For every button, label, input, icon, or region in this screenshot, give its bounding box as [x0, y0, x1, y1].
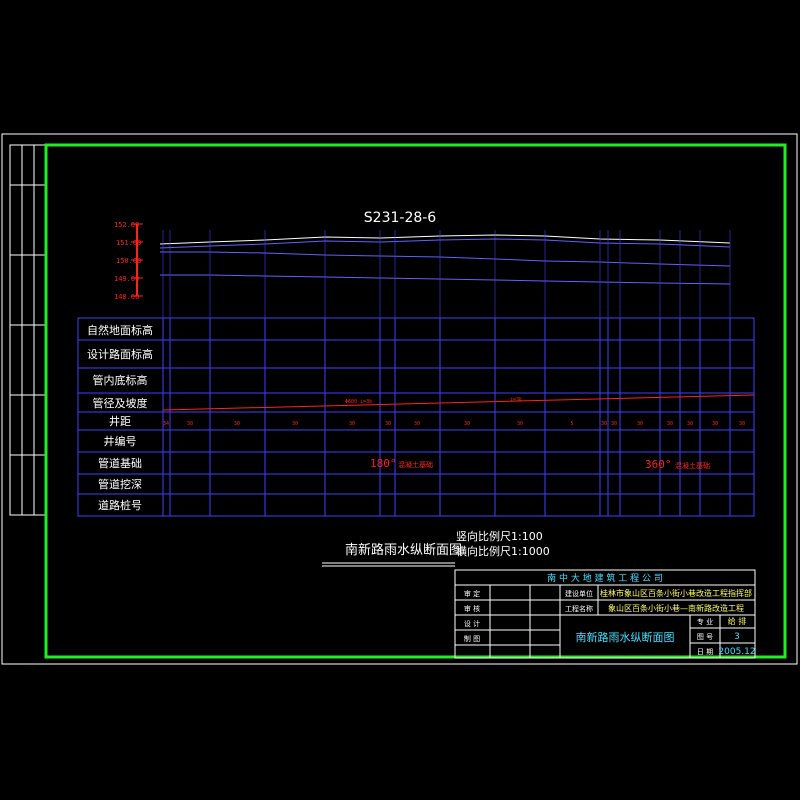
row-label-ground: 自然地面标高	[87, 323, 153, 337]
drawing-name: 南新路雨水纵断面图	[576, 630, 675, 644]
build-unit-value: 桂林市象山区百条小街小巷改造工程指挥部	[600, 588, 752, 598]
distance-value: 30	[712, 421, 718, 427]
distance-value: 30	[667, 421, 673, 427]
project-value: 象山区百条小街小巷—南新路改造工程	[608, 603, 744, 613]
distance-value: 5	[570, 421, 573, 427]
row-label-distance: 井距	[109, 414, 131, 428]
foundation-right-angle: 360°	[645, 458, 672, 471]
tb-row2-label: 审 核	[464, 604, 480, 613]
drawing-number: S231-28-6	[364, 210, 437, 226]
section-title-block: 南新路雨水纵断面图 竖向比例尺1:100 横向比例尺1:1000	[322, 529, 550, 567]
title-block: 南 中 大 地 建 筑 工 程 公 司 审 定 审 核 设 计 制 图 建设单位…	[454, 569, 756, 659]
foundation-right-text: 混凝土基础	[675, 461, 710, 470]
distance-value: 30	[739, 421, 745, 427]
profile-table: 自然地面标高 设计路面标高 管内底标高 管径及坡度 井距 井编号 管道基础 管道…	[77, 317, 755, 517]
elevation-tick-1: 151.00	[116, 239, 141, 247]
pipe-top	[160, 251, 731, 267]
spec-label: 专 业	[697, 617, 713, 626]
row-label-depth: 管道挖深	[98, 477, 142, 491]
sheet-value: 3	[734, 632, 740, 642]
elevation-tick-4: 148.00	[114, 293, 139, 301]
date-value: 2005.12	[718, 647, 755, 657]
row-label-well: 井编号	[104, 434, 137, 448]
distance-value: 30	[234, 421, 240, 427]
distance-value: 30	[637, 421, 643, 427]
foundation-left-angle: 180°	[370, 457, 397, 470]
horizontal-scale: 横向比例尺1:1000	[456, 544, 550, 558]
distance-value: 30	[517, 421, 523, 427]
elevation-scale: 152.00 151.00 150.00 149.00 148.00	[114, 221, 143, 301]
distance-value: 30	[349, 421, 355, 427]
cad-drawing: S231-28-6 152.00 151.00 150.00 149.00 14…	[1, 133, 798, 665]
section-title: 南新路雨水纵断面图	[345, 542, 462, 558]
sheet-label: 图 号	[697, 633, 713, 641]
elevation-tick-2: 150.00	[116, 257, 141, 265]
row-label-invert: 管内底标高	[93, 373, 148, 387]
distance-value: 34	[163, 421, 169, 427]
distance-value: 30	[414, 421, 420, 427]
build-unit-label: 建设单位	[565, 589, 593, 598]
pipe-spec-right: i=3‰	[510, 397, 523, 403]
tb-row4-label: 制 图	[464, 634, 480, 643]
elevation-tick-3: 149.00	[114, 275, 139, 283]
distance-value: 30	[292, 421, 298, 427]
project-label: 工程名称	[565, 604, 593, 613]
vertical-scale: 竖向比例尺1:100	[456, 529, 543, 543]
company-name: 南 中 大 地 建 筑 工 程 公 司	[547, 572, 663, 584]
tb-row1-label: 审 定	[464, 589, 480, 598]
elevation-tick-0: 152.00	[114, 221, 139, 229]
row-label-road: 设计路面标高	[87, 347, 153, 361]
distance-value: 30	[464, 421, 470, 427]
date-label: 日 期	[697, 648, 713, 656]
distance-value: 30	[601, 421, 607, 427]
distance-value: 30	[187, 421, 193, 427]
row-label-foundation: 管道基础	[98, 456, 142, 470]
row-label-chainage: 道路桩号	[98, 498, 142, 512]
binding-strip	[9, 144, 47, 516]
foundation-left-text: 混凝土基础	[398, 460, 433, 469]
spec-value: 给 排	[728, 616, 747, 626]
row-label-pipe: 管径及坡度	[93, 396, 148, 410]
distance-value: 30	[687, 421, 693, 427]
pipe-invert	[160, 274, 731, 285]
pipe-spec-left: Φ600 i=3‰	[345, 399, 373, 405]
profile-lines	[159, 234, 731, 285]
distance-value: 30	[385, 421, 391, 427]
distance-value: 30	[611, 421, 617, 427]
tb-row3-label: 设 计	[464, 619, 480, 628]
